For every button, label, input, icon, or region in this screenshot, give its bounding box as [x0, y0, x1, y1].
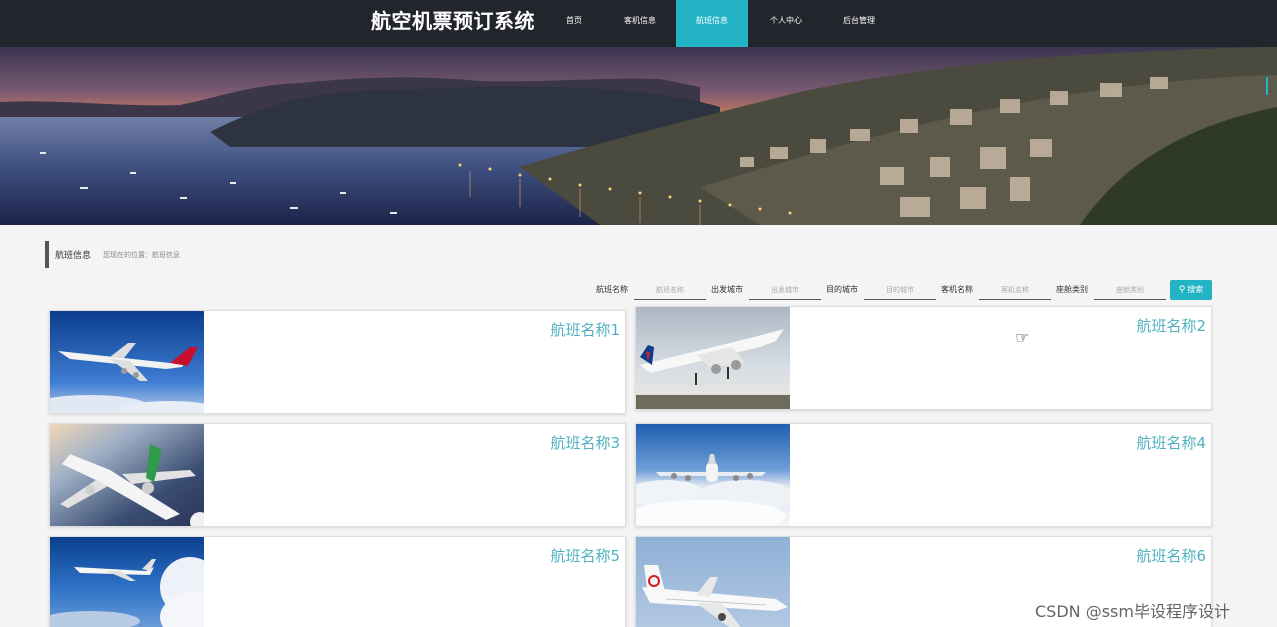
search-input-cabin-class[interactable]	[1094, 281, 1166, 300]
search-label-destination-city: 目的城市	[826, 285, 858, 294]
airplane-takeoff-airfrance-image	[636, 307, 790, 409]
search-input-aircraft-name[interactable]	[979, 281, 1051, 300]
flight-card[interactable]: 航班名称5	[49, 536, 626, 627]
search-input-destination-city[interactable]	[864, 281, 936, 300]
flight-card[interactable]: 航班名称1	[49, 310, 626, 414]
flight-card-title[interactable]: 航班名称6	[1136, 545, 1206, 566]
flight-card[interactable]: 航班名称2	[635, 306, 1212, 410]
flight-card-title[interactable]: 航班名称4	[1136, 432, 1206, 453]
nav-item-home[interactable]: 首页	[553, 0, 595, 47]
flight-card-image[interactable]	[636, 307, 790, 409]
flight-card-image[interactable]	[50, 537, 204, 627]
flight-card-image[interactable]	[636, 424, 790, 526]
site-title: 航空机票预订系统	[371, 9, 535, 33]
flight-card-image[interactable]	[50, 424, 204, 526]
airplane-qantas-image	[50, 311, 204, 413]
flight-card-image[interactable]	[50, 311, 204, 413]
top-header: 航空机票预订系统 首页 客机信息 航班信息 个人中心 后台管理	[0, 0, 1277, 47]
search-label-cabin-class: 座舱类别	[1056, 285, 1088, 294]
coastal-city-banner-image	[0, 47, 1277, 225]
nav-item-flight-info[interactable]: 航班信息	[676, 0, 748, 47]
nav-item-admin[interactable]: 后台管理	[829, 0, 889, 47]
search-label-flight-name: 航班名称	[596, 285, 628, 294]
search-input-flight-name[interactable]	[634, 281, 706, 300]
breadcrumb-accent-bar	[45, 241, 49, 268]
banner-scroll-indicator	[1266, 77, 1268, 95]
breadcrumb-title: 航班信息	[55, 251, 92, 261]
airplane-green-tail-image	[50, 424, 204, 526]
hero-banner	[0, 47, 1277, 225]
flight-card[interactable]: 航班名称3	[49, 423, 626, 527]
nav-item-personal-center[interactable]: 个人中心	[756, 0, 816, 47]
nav-item-aircraft-info[interactable]: 客机信息	[610, 0, 670, 47]
breadcrumb-path: 您现在的位置：航班信息	[103, 251, 180, 259]
flight-card-title[interactable]: 航班名称1	[550, 319, 620, 340]
breadcrumb: 航班信息 您现在的位置：航班信息	[45, 241, 245, 268]
airplane-over-clouds-image	[636, 424, 790, 526]
flight-card-title[interactable]: 航班名称2	[1136, 315, 1206, 336]
airplane-air-china-image	[636, 537, 790, 627]
search-input-departure-city[interactable]	[749, 281, 821, 300]
hand-pointer-cursor-icon: ☞	[1015, 328, 1030, 347]
search-icon: ⚲	[1178, 285, 1186, 295]
flight-card-title[interactable]: 航班名称5	[550, 545, 620, 566]
flight-card-title[interactable]: 航班名称3	[550, 432, 620, 453]
flight-card[interactable]: 航班名称4	[635, 423, 1212, 527]
watermark: CSDN @ssm毕设程序设计	[1035, 602, 1230, 621]
airplane-blue-sky-image	[50, 537, 204, 627]
search-button[interactable]: ⚲ 搜索	[1170, 280, 1212, 300]
flight-card-image[interactable]	[636, 537, 790, 627]
search-label-departure-city: 出发城市	[711, 285, 743, 294]
search-label-aircraft-name: 客机名称	[941, 285, 973, 294]
search-button-label: 搜索	[1187, 285, 1204, 294]
